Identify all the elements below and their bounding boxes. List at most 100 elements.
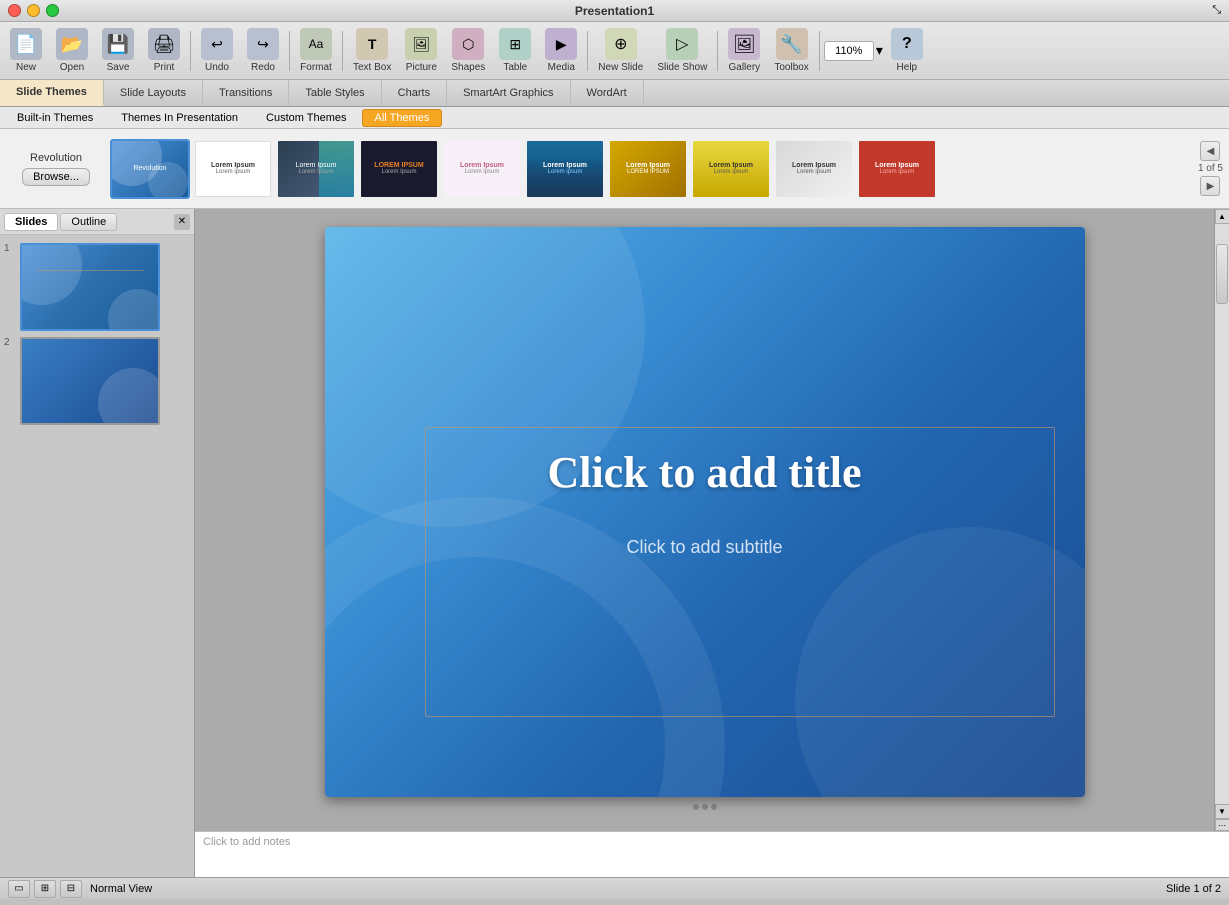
shapes-label: Shapes: [451, 62, 485, 73]
new-slide-label: New Slide: [598, 62, 643, 73]
help-icon: ?: [891, 28, 923, 60]
theme-thumb-red[interactable]: Lorem Ipsum Lorem ipsum: [857, 139, 937, 199]
theme-thumb-yellow[interactable]: Lorem Ipsum Lorem ipsum: [691, 139, 771, 199]
shapes-button[interactable]: ⬡ Shapes: [445, 26, 491, 75]
status-bar: ▭ ⊞ ⊟ Normal View Slide 1 of 2: [0, 877, 1229, 899]
theme-thumb-nature[interactable]: Lorem Ipsum Lorem ipsum: [525, 139, 605, 199]
slide-canvas[interactable]: Click to add title Click to add subtitle: [325, 227, 1085, 797]
tab-table-styles[interactable]: Table Styles: [289, 80, 381, 106]
redo-icon: ↪: [247, 28, 279, 60]
textbox-label: Text Box: [353, 62, 391, 73]
scroll-resize[interactable]: ⋯: [1215, 819, 1229, 831]
tab-transitions[interactable]: Transitions: [203, 80, 289, 106]
theme-tab-all[interactable]: All Themes: [362, 109, 443, 127]
slide-count-label: Slide 1 of 2: [1166, 883, 1221, 895]
close-panel-button[interactable]: ✕: [174, 214, 190, 230]
notes-area[interactable]: Click to add notes: [195, 831, 1229, 877]
zoom-dropdown-icon[interactable]: ▾: [876, 42, 883, 59]
outline-tab[interactable]: Outline: [60, 213, 117, 231]
theme-thumb-paint[interactable]: Lorem Ipsum LOREM IPSUM: [608, 139, 688, 199]
ribbon-tabs: Slide Themes Slide Layouts Transitions T…: [0, 80, 1229, 107]
gallery-icon: 🖼: [728, 28, 760, 60]
grid-view-button[interactable]: ⊞: [34, 880, 56, 898]
theme-thumb-plain[interactable]: Lorem Ipsum Lorem ipsum: [193, 139, 273, 199]
redo-label: Redo: [251, 62, 275, 73]
new-icon: 📄: [10, 28, 42, 60]
shapes-icon: ⬡: [452, 28, 484, 60]
slideshow-button[interactable]: ▷ Slide Show: [651, 26, 713, 75]
normal-view-button[interactable]: ▭: [8, 880, 30, 898]
tab-smartart[interactable]: SmartArt Graphics: [447, 80, 570, 106]
gallery-button[interactable]: 🖼 Gallery: [722, 26, 766, 75]
theme-tab-in-presentation[interactable]: Themes In Presentation: [108, 109, 251, 127]
theme-thumb-dark-photo[interactable]: Lorem Ipsum Lorem Ipsum: [276, 139, 356, 199]
slides-tab[interactable]: Slides: [4, 213, 58, 231]
view-buttons: ▭ ⊞ ⊟ Normal View: [8, 880, 152, 898]
slide-panel: Slides Outline ✕ 1 2: [0, 209, 195, 877]
new-button[interactable]: 📄 New: [4, 26, 48, 75]
slide-number-2: 2: [4, 337, 16, 348]
slide-thumbnail-2[interactable]: [20, 337, 160, 425]
open-icon: 📂: [56, 28, 88, 60]
notes-placeholder: Click to add notes: [203, 836, 290, 848]
theme-thumb-pink[interactable]: Lorem Ipsum Lorem ipsum: [442, 139, 522, 199]
new-slide-button[interactable]: ⊕ New Slide: [592, 26, 649, 75]
theme-thumb-orange-text[interactable]: LOREM IPSUM Lorem Ipsum: [359, 139, 439, 199]
theme-thumb-revolution[interactable]: Revolution: [110, 139, 190, 199]
theme-thumb-gray[interactable]: Lorem Ipsum Lorem ipsum: [774, 139, 854, 199]
save-button[interactable]: 💾 Save: [96, 26, 140, 75]
browse-button[interactable]: Browse...: [22, 168, 90, 186]
gallery-next-button[interactable]: ▶: [1200, 176, 1220, 196]
scroll-down-button[interactable]: ▼: [1215, 804, 1229, 819]
print-label: Print: [154, 62, 175, 73]
textbox-button[interactable]: T Text Box: [347, 26, 397, 75]
gallery-prev-button[interactable]: ◀: [1200, 141, 1220, 161]
theme-thumbnails-list: Revolution Lorem Ipsum Lorem ipsum Lorem…: [110, 139, 1194, 199]
minimize-button[interactable]: [27, 4, 40, 17]
save-icon: 💾: [102, 28, 134, 60]
undo-button[interactable]: ↩ Undo: [195, 26, 239, 75]
view-label: Normal View: [90, 883, 152, 895]
undo-label: Undo: [205, 62, 229, 73]
open-label: Open: [60, 62, 84, 73]
slide-thumbnail-1[interactable]: [20, 243, 160, 331]
scroll-indicator: [325, 801, 1085, 813]
zoom-input[interactable]: [824, 41, 874, 61]
theme-tab-builtin[interactable]: Built-in Themes: [4, 109, 106, 127]
help-label: Help: [897, 62, 918, 73]
slide-title-placeholder[interactable]: Click to add title: [325, 447, 1085, 498]
format-button[interactable]: Aa Format: [294, 26, 338, 75]
presenter-view-button[interactable]: ⊟: [60, 880, 82, 898]
scroll-track[interactable]: [1215, 224, 1229, 804]
tab-wordart[interactable]: WordArt: [571, 80, 644, 106]
theme-gallery-section: Revolution Browse...: [6, 152, 106, 186]
separator-4: [587, 31, 588, 71]
slide-subtitle-placeholder[interactable]: Click to add subtitle: [325, 537, 1085, 558]
tab-charts[interactable]: Charts: [382, 80, 447, 106]
table-button[interactable]: ⊞ Table: [493, 26, 537, 75]
list-item[interactable]: 1: [4, 243, 190, 331]
window-controls: [8, 4, 59, 17]
open-button[interactable]: 📂 Open: [50, 26, 94, 75]
help-button[interactable]: ? Help: [885, 26, 929, 75]
table-icon: ⊞: [499, 28, 531, 60]
maximize-button[interactable]: [46, 4, 59, 17]
picture-button[interactable]: 🖼 Picture: [399, 26, 443, 75]
window-title: Presentation1: [575, 4, 654, 18]
redo-button[interactable]: ↪ Redo: [241, 26, 285, 75]
list-item[interactable]: 2: [4, 337, 190, 425]
toolbox-label: Toolbox: [774, 62, 808, 73]
undo-icon: ↩: [201, 28, 233, 60]
scroll-up-button[interactable]: ▲: [1215, 209, 1229, 224]
picture-icon: 🖼: [405, 28, 437, 60]
scroll-thumb[interactable]: [1216, 244, 1228, 304]
theme-tab-custom[interactable]: Custom Themes: [253, 109, 360, 127]
slideshow-icon: ▷: [666, 28, 698, 60]
media-button[interactable]: ▶ Media: [539, 26, 583, 75]
tab-slide-layouts[interactable]: Slide Layouts: [104, 80, 203, 106]
close-button[interactable]: [8, 4, 21, 17]
tab-slide-themes[interactable]: Slide Themes: [0, 80, 104, 106]
toolbox-button[interactable]: 🔧 Toolbox: [768, 26, 814, 75]
gallery-label: Gallery: [729, 62, 761, 73]
print-button[interactable]: 🖨 Print: [142, 26, 186, 75]
